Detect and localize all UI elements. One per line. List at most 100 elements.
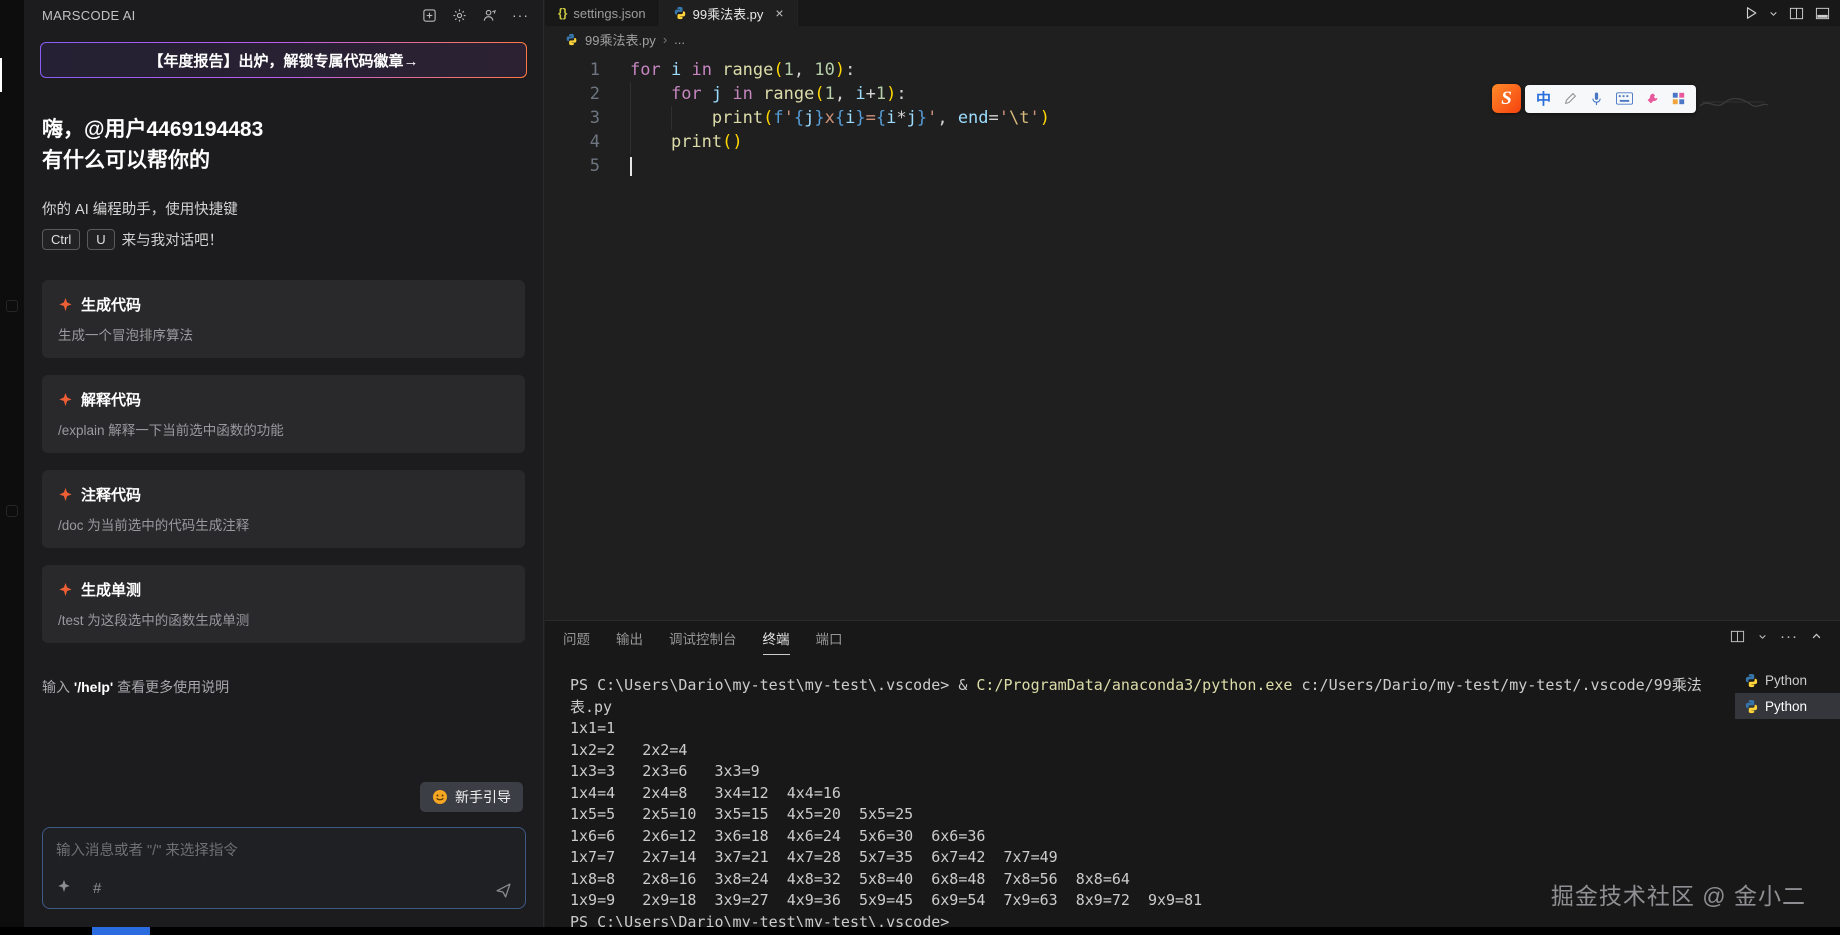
line-number: 1 [545, 58, 600, 82]
quick-cards: 生成代码生成一个冒泡排序算法 解释代码/explain 解释一下当前选中函数的功… [42, 280, 525, 643]
faint-watermark-scribble [1698, 94, 1770, 112]
split-terminal-icon[interactable] [1730, 629, 1745, 644]
breadcrumb-more[interactable]: ... [674, 32, 685, 47]
quick-card[interactable]: 生成代码生成一个冒泡排序算法 [42, 280, 525, 358]
community-watermark: 掘金技术社区 @ 金小二 [1551, 877, 1806, 911]
kbd-u: U [87, 229, 114, 250]
activity-bar[interactable] [0, 0, 24, 927]
terminal-dropdown-icon[interactable] [1758, 632, 1767, 641]
greeting-line2: 有什么可以帮你的 [42, 145, 525, 176]
panel-tab[interactable]: 输出 [616, 621, 643, 655]
terminal-list-item[interactable]: Python [1735, 693, 1840, 719]
panel-tab[interactable]: 终端 [763, 621, 790, 655]
more-actions-icon[interactable]: ··· [512, 10, 529, 20]
sparkle-icon [58, 392, 73, 407]
terminal-line: PS C:\Users\Dario\my-test\my-test\.vscod… [570, 675, 1760, 697]
python-icon [673, 6, 687, 20]
terminal-line: 1x3=3 2x3=6 3x3=9 [570, 761, 1760, 783]
chevron-right-icon: › [663, 32, 667, 47]
terminal-list-item-label: Python [1765, 699, 1807, 714]
ime-skin-icon[interactable] [1646, 92, 1659, 105]
panel-more-icon[interactable]: ··· [1780, 632, 1798, 642]
text-cursor [630, 157, 632, 176]
ime-pen-icon[interactable] [1564, 92, 1577, 105]
quick-card-title: 注释代码 [81, 484, 141, 505]
terminal-line: 1x5=5 2x5=10 3x5=15 4x5=20 5x5=25 [570, 804, 1760, 826]
marscode-sidebar: MARSCODE AI ··· 【年度报告】出炉，解锁专属代码徽章→ 嗨，@用户… [24, 0, 544, 927]
terminal-line: 1x7=7 2x7=14 3x7=21 4x7=28 5x7=35 6x7=42… [570, 847, 1760, 869]
code-line[interactable]: 5 [545, 154, 1840, 178]
chat-input[interactable]: 输入消息或者 "/" 来选择指令 # [42, 827, 526, 909]
indent-guide [671, 106, 672, 130]
terminal-line: 1x2=2 2x2=4 [570, 740, 1760, 762]
taskbar-strip [0, 927, 1840, 935]
sidebar-title: MARSCODE AI [42, 8, 136, 23]
ime-language-toggle[interactable]: 中 [1536, 88, 1551, 109]
quick-card[interactable]: 解释代码/explain 解释一下当前选中函数的功能 [42, 375, 525, 453]
terminal-line: 1x1=1 [570, 718, 1760, 740]
greeting: 嗨，@用户4469194483 有什么可以帮你的 [42, 114, 525, 176]
new-chat-icon[interactable] [422, 8, 437, 23]
ime-mic-icon[interactable] [1590, 91, 1603, 107]
helper-line1: 你的 AI 编程助手，使用快捷键 [42, 198, 525, 219]
code-line[interactable]: 4 print() [545, 130, 1840, 154]
helper-text: 你的 AI 编程助手，使用快捷键 Ctrl U 来与我对话吧！ [42, 198, 525, 250]
extension-icon[interactable] [6, 505, 18, 517]
terminal-line: PS C:\Users\Dario\my-test\my-test\.vscod… [570, 912, 1760, 928]
quick-card[interactable]: 生成单测/test 为这段选中的函数生成单测 [42, 565, 525, 643]
quick-card-desc: /doc 为当前选中的代码生成注释 [58, 514, 509, 534]
quick-card-desc: /test 为这段选中的函数生成单测 [58, 609, 509, 629]
terminal-line: 1x6=6 2x6=12 3x6=18 4x6=24 5x6=30 6x6=36 [570, 826, 1760, 848]
helper-line2: 来与我对话吧！ [122, 229, 224, 250]
context-hash-icon[interactable]: # [93, 880, 101, 897]
sidebar-header: MARSCODE AI ··· [24, 0, 543, 30]
tab-settings-json[interactable]: {} settings.json [545, 0, 660, 26]
vscode-window: MARSCODE AI ··· 【年度报告】出炉，解锁专属代码徽章→ 嗨，@用户… [0, 0, 1840, 935]
send-icon[interactable] [495, 882, 512, 899]
kbd-ctrl: Ctrl [42, 229, 80, 250]
tab-multiplication-py[interactable]: 99乘法表.py × [660, 0, 798, 26]
line-number: 5 [545, 154, 600, 178]
account-icon[interactable] [482, 8, 497, 23]
commands-sparkle-icon[interactable] [57, 879, 71, 898]
panel-tab[interactable]: 调试控制台 [669, 621, 737, 655]
sogou-logo-icon[interactable]: S [1492, 84, 1521, 113]
editor-tabbar: {} settings.json 99乘法表.py × [545, 0, 1840, 26]
code-line[interactable]: 1for i in range(1, 10): [545, 58, 1840, 82]
ime-toolbar[interactable]: S 中 [1492, 84, 1696, 113]
line-number: 2 [545, 82, 600, 106]
settings-gear-icon[interactable] [452, 8, 467, 23]
indent-guide [630, 82, 631, 154]
sparkle-icon [58, 297, 73, 312]
line-number: 4 [545, 130, 600, 154]
quick-card-title: 生成代码 [81, 294, 141, 315]
active-view-indicator [0, 58, 2, 92]
breadcrumb-file[interactable]: 99乘法表.py [585, 30, 656, 49]
close-tab-icon[interactable]: × [775, 6, 783, 20]
ime-keyboard-icon[interactable] [1616, 92, 1633, 105]
breadcrumb[interactable]: 99乘法表.py › ... [545, 26, 1840, 52]
taskbar-highlight [92, 927, 150, 935]
layout-panel-icon[interactable] [1815, 6, 1830, 21]
run-button[interactable] [1744, 6, 1758, 20]
help-hint: 输入 '/help' 查看更多使用说明 [42, 677, 525, 697]
onboarding-button[interactable]: 新手引导 [420, 782, 523, 812]
greeting-line1: 嗨，@用户4469194483 [42, 114, 525, 145]
quick-card-title: 解释代码 [81, 389, 141, 410]
quick-card-title: 生成单测 [81, 579, 141, 600]
panel-tab[interactable]: 问题 [563, 621, 590, 655]
panel-tab[interactable]: 端口 [816, 621, 843, 655]
panel-maximize-icon[interactable] [1811, 631, 1822, 642]
terminal-list-item[interactable]: Python [1735, 667, 1840, 693]
annual-report-banner[interactable]: 【年度报告】出炉，解锁专属代码徽章→ [40, 42, 527, 78]
quick-card[interactable]: 注释代码/doc 为当前选中的代码生成注释 [42, 470, 525, 548]
run-dropdown-icon[interactable] [1769, 9, 1778, 18]
python-icon [1744, 699, 1759, 714]
panel-tabs: 问题输出调试控制台终端端口 [545, 621, 1840, 655]
ime-grid-icon[interactable] [1672, 92, 1685, 105]
code-editor[interactable]: 1for i in range(1, 10):2 for j in range(… [545, 52, 1840, 620]
split-editor-icon[interactable] [1789, 6, 1804, 21]
json-icon: {} [558, 6, 567, 20]
extension-icon[interactable] [6, 300, 18, 312]
smiley-icon [432, 789, 448, 805]
